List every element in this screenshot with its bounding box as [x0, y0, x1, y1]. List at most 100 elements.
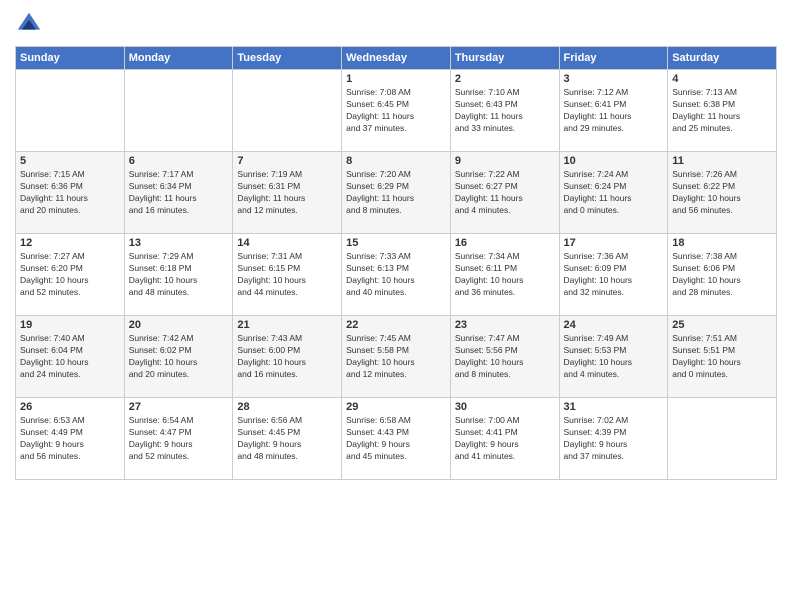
header-day-wednesday: Wednesday [342, 47, 451, 70]
day-cell: 9 Sunrise: 7:22 AM Sunset: 6:27 PM Daylig… [450, 152, 559, 234]
day-cell: 24 Sunrise: 7:49 AM Sunset: 5:53 PM Dayli… [559, 316, 668, 398]
day-info: Sunrise: 7:51 AM Sunset: 5:51 PM Dayligh… [672, 333, 772, 381]
day-cell: 4 Sunrise: 7:13 AM Sunset: 6:38 PM Daylig… [668, 70, 777, 152]
day-info: Sunrise: 7:34 AM Sunset: 6:11 PM Dayligh… [455, 251, 555, 299]
day-number: 3 [564, 73, 664, 85]
day-cell [16, 70, 125, 152]
day-cell: 27 Sunrise: 6:54 AM Sunset: 4:47 PM Dayli… [124, 398, 233, 480]
day-number: 17 [564, 237, 664, 249]
day-cell [668, 398, 777, 480]
day-number: 23 [455, 319, 555, 331]
day-number: 22 [346, 319, 446, 331]
logo-icon [15, 10, 43, 38]
day-info: Sunrise: 7:08 AM Sunset: 6:45 PM Dayligh… [346, 87, 446, 135]
day-cell: 2 Sunrise: 7:10 AM Sunset: 6:43 PM Daylig… [450, 70, 559, 152]
day-info: Sunrise: 7:36 AM Sunset: 6:09 PM Dayligh… [564, 251, 664, 299]
header-day-sunday: Sunday [16, 47, 125, 70]
day-cell: 17 Sunrise: 7:36 AM Sunset: 6:09 PM Dayli… [559, 234, 668, 316]
day-number: 8 [346, 155, 446, 167]
day-number: 20 [129, 319, 229, 331]
day-cell: 25 Sunrise: 7:51 AM Sunset: 5:51 PM Dayli… [668, 316, 777, 398]
day-info: Sunrise: 7:24 AM Sunset: 6:24 PM Dayligh… [564, 169, 664, 217]
day-number: 14 [237, 237, 337, 249]
day-number: 21 [237, 319, 337, 331]
day-info: Sunrise: 7:17 AM Sunset: 6:34 PM Dayligh… [129, 169, 229, 217]
day-number: 10 [564, 155, 664, 167]
week-row-1: 1Sunrise: 7:08 AM Sunset: 6:45 PM Daylig… [16, 70, 777, 152]
day-info: Sunrise: 6:53 AM Sunset: 4:49 PM Dayligh… [20, 415, 120, 463]
day-cell: 21 Sunrise: 7:43 AM Sunset: 6:00 PM Dayli… [233, 316, 342, 398]
header-day-thursday: Thursday [450, 47, 559, 70]
day-number: 16 [455, 237, 555, 249]
day-info: Sunrise: 7:43 AM Sunset: 6:00 PM Dayligh… [237, 333, 337, 381]
day-cell: 26 Sunrise: 6:53 AM Sunset: 4:49 PM Dayli… [16, 398, 125, 480]
logo [15, 10, 46, 38]
day-info: Sunrise: 7:19 AM Sunset: 6:31 PM Dayligh… [237, 169, 337, 217]
day-number: 13 [129, 237, 229, 249]
day-info: Sunrise: 7:26 AM Sunset: 6:22 PM Dayligh… [672, 169, 772, 217]
day-info: Sunrise: 7:27 AM Sunset: 6:20 PM Dayligh… [20, 251, 120, 299]
day-info: Sunrise: 7:22 AM Sunset: 6:27 PM Dayligh… [455, 169, 555, 217]
header-day-friday: Friday [559, 47, 668, 70]
day-cell: 12 Sunrise: 7:27 AM Sunset: 6:20 PM Dayli… [16, 234, 125, 316]
day-number: 2 [455, 73, 555, 85]
day-info: Sunrise: 7:29 AM Sunset: 6:18 PM Dayligh… [129, 251, 229, 299]
day-info: Sunrise: 7:42 AM Sunset: 6:02 PM Dayligh… [129, 333, 229, 381]
week-row-4: 19Sunrise: 7:40 AM Sunset: 6:04 PM Dayli… [16, 316, 777, 398]
day-number: 5 [20, 155, 120, 167]
day-number: 7 [237, 155, 337, 167]
calendar-table: SundayMondayTuesdayWednesdayThursdayFrid… [15, 46, 777, 480]
day-info: Sunrise: 6:56 AM Sunset: 4:45 PM Dayligh… [237, 415, 337, 463]
week-row-3: 12 Sunrise: 7:27 AM Sunset: 6:20 PM Dayli… [16, 234, 777, 316]
day-cell: 16 Sunrise: 7:34 AM Sunset: 6:11 PM Dayli… [450, 234, 559, 316]
day-cell: 5 Sunrise: 7:15 AM Sunset: 6:36 PM Daylig… [16, 152, 125, 234]
header [15, 10, 777, 38]
day-info: Sunrise: 7:00 AM Sunset: 4:41 PM Dayligh… [455, 415, 555, 463]
day-info: Sunrise: 6:58 AM Sunset: 4:43 PM Dayligh… [346, 415, 446, 463]
day-cell: 1Sunrise: 7:08 AM Sunset: 6:45 PM Daylig… [342, 70, 451, 152]
day-number: 29 [346, 401, 446, 413]
page: SundayMondayTuesdayWednesdayThursdayFrid… [0, 0, 792, 612]
day-cell: 28 Sunrise: 6:56 AM Sunset: 4:45 PM Dayli… [233, 398, 342, 480]
day-info: Sunrise: 7:47 AM Sunset: 5:56 PM Dayligh… [455, 333, 555, 381]
day-cell: 23 Sunrise: 7:47 AM Sunset: 5:56 PM Dayli… [450, 316, 559, 398]
day-number: 9 [455, 155, 555, 167]
day-cell: 20 Sunrise: 7:42 AM Sunset: 6:02 PM Dayli… [124, 316, 233, 398]
day-cell: 13 Sunrise: 7:29 AM Sunset: 6:18 PM Dayli… [124, 234, 233, 316]
day-number: 25 [672, 319, 772, 331]
day-number: 4 [672, 73, 772, 85]
day-cell: 8Sunrise: 7:20 AM Sunset: 6:29 PM Daylig… [342, 152, 451, 234]
day-number: 27 [129, 401, 229, 413]
day-number: 6 [129, 155, 229, 167]
day-number: 11 [672, 155, 772, 167]
day-info: Sunrise: 6:54 AM Sunset: 4:47 PM Dayligh… [129, 415, 229, 463]
day-cell: 14 Sunrise: 7:31 AM Sunset: 6:15 PM Dayli… [233, 234, 342, 316]
day-number: 18 [672, 237, 772, 249]
header-row: SundayMondayTuesdayWednesdayThursdayFrid… [16, 47, 777, 70]
day-number: 31 [564, 401, 664, 413]
day-number: 19 [20, 319, 120, 331]
day-number: 26 [20, 401, 120, 413]
day-info: Sunrise: 7:45 AM Sunset: 5:58 PM Dayligh… [346, 333, 446, 381]
day-cell: 10 Sunrise: 7:24 AM Sunset: 6:24 PM Dayli… [559, 152, 668, 234]
day-number: 12 [20, 237, 120, 249]
day-cell [233, 70, 342, 152]
week-row-2: 5 Sunrise: 7:15 AM Sunset: 6:36 PM Daylig… [16, 152, 777, 234]
day-cell [124, 70, 233, 152]
day-info: Sunrise: 7:15 AM Sunset: 6:36 PM Dayligh… [20, 169, 120, 217]
day-info: Sunrise: 7:10 AM Sunset: 6:43 PM Dayligh… [455, 87, 555, 135]
week-row-5: 26 Sunrise: 6:53 AM Sunset: 4:49 PM Dayli… [16, 398, 777, 480]
day-info: Sunrise: 7:13 AM Sunset: 6:38 PM Dayligh… [672, 87, 772, 135]
header-day-monday: Monday [124, 47, 233, 70]
day-info: Sunrise: 7:38 AM Sunset: 6:06 PM Dayligh… [672, 251, 772, 299]
day-number: 24 [564, 319, 664, 331]
day-info: Sunrise: 7:33 AM Sunset: 6:13 PM Dayligh… [346, 251, 446, 299]
day-cell: 7 Sunrise: 7:19 AM Sunset: 6:31 PM Daylig… [233, 152, 342, 234]
day-info: Sunrise: 7:31 AM Sunset: 6:15 PM Dayligh… [237, 251, 337, 299]
day-number: 28 [237, 401, 337, 413]
day-cell: 6 Sunrise: 7:17 AM Sunset: 6:34 PM Daylig… [124, 152, 233, 234]
day-info: Sunrise: 7:49 AM Sunset: 5:53 PM Dayligh… [564, 333, 664, 381]
day-cell: 22 Sunrise: 7:45 AM Sunset: 5:58 PM Dayli… [342, 316, 451, 398]
day-cell: 11 Sunrise: 7:26 AM Sunset: 6:22 PM Dayli… [668, 152, 777, 234]
header-day-tuesday: Tuesday [233, 47, 342, 70]
